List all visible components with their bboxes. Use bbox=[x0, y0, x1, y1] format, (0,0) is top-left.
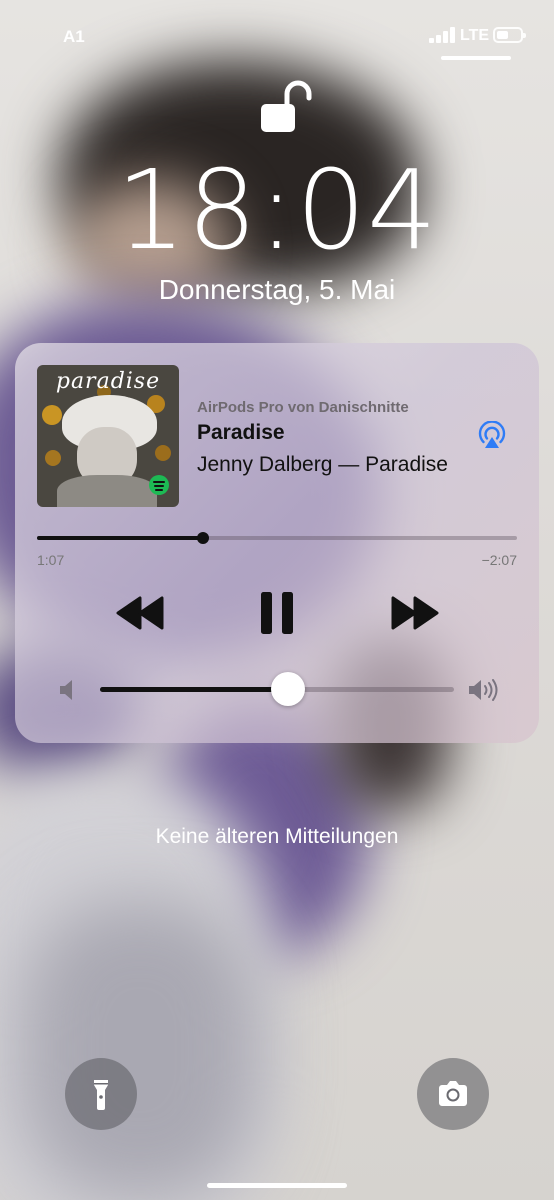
spotify-icon bbox=[149, 475, 169, 495]
flashlight-icon bbox=[94, 1080, 108, 1110]
elapsed-time: 1:07 bbox=[37, 552, 65, 568]
unlocked-padlock-icon bbox=[261, 80, 312, 132]
output-device-label: AirPods Pro von Danischnitte bbox=[197, 399, 409, 416]
playback-scrubber[interactable] bbox=[196, 532, 209, 544]
remaining-time: −2:07 bbox=[481, 552, 517, 568]
flashlight-button[interactable] bbox=[65, 1058, 137, 1130]
home-indicator[interactable] bbox=[207, 1183, 347, 1188]
status-bar: A1 LTE bbox=[0, 0, 554, 70]
fast-forward-icon[interactable] bbox=[385, 588, 445, 638]
camera-button[interactable] bbox=[417, 1058, 489, 1130]
airplay-icon[interactable] bbox=[477, 421, 507, 451]
volume-slider-knob[interactable] bbox=[270, 672, 305, 706]
volume-high-icon bbox=[469, 679, 498, 701]
camera-icon bbox=[439, 1081, 467, 1106]
now-playing-widget: paradise AirPods Pro von Danischnitte Pa… bbox=[15, 343, 539, 743]
volume-low-icon bbox=[60, 680, 72, 700]
track-title: Paradise bbox=[197, 421, 285, 444]
track-artist-album: Jenny Dalberg — Paradise bbox=[197, 453, 448, 476]
album-art-title: paradise bbox=[55, 369, 161, 394]
control-center-indicator[interactable] bbox=[441, 56, 511, 60]
playback-progress-fill bbox=[37, 536, 203, 540]
no-older-notifications-label: Keine älteren Mitteilungen bbox=[155, 825, 399, 848]
playback-progress-bar[interactable] bbox=[37, 532, 517, 544]
clock-date: Donnerstag, 5. Mai bbox=[158, 274, 396, 305]
carrier-label: A1 bbox=[63, 27, 85, 46]
volume-slider-fill bbox=[100, 687, 288, 692]
volume-slider[interactable] bbox=[100, 672, 454, 706]
battery-icon bbox=[493, 27, 526, 43]
clock-time: 18:04 bbox=[115, 146, 438, 274]
rewind-icon[interactable] bbox=[110, 588, 170, 638]
network-type-label: LTE bbox=[460, 27, 490, 44]
pause-icon[interactable] bbox=[255, 588, 299, 638]
album-art[interactable]: paradise bbox=[37, 365, 179, 507]
signal-strength-icon bbox=[429, 27, 457, 43]
